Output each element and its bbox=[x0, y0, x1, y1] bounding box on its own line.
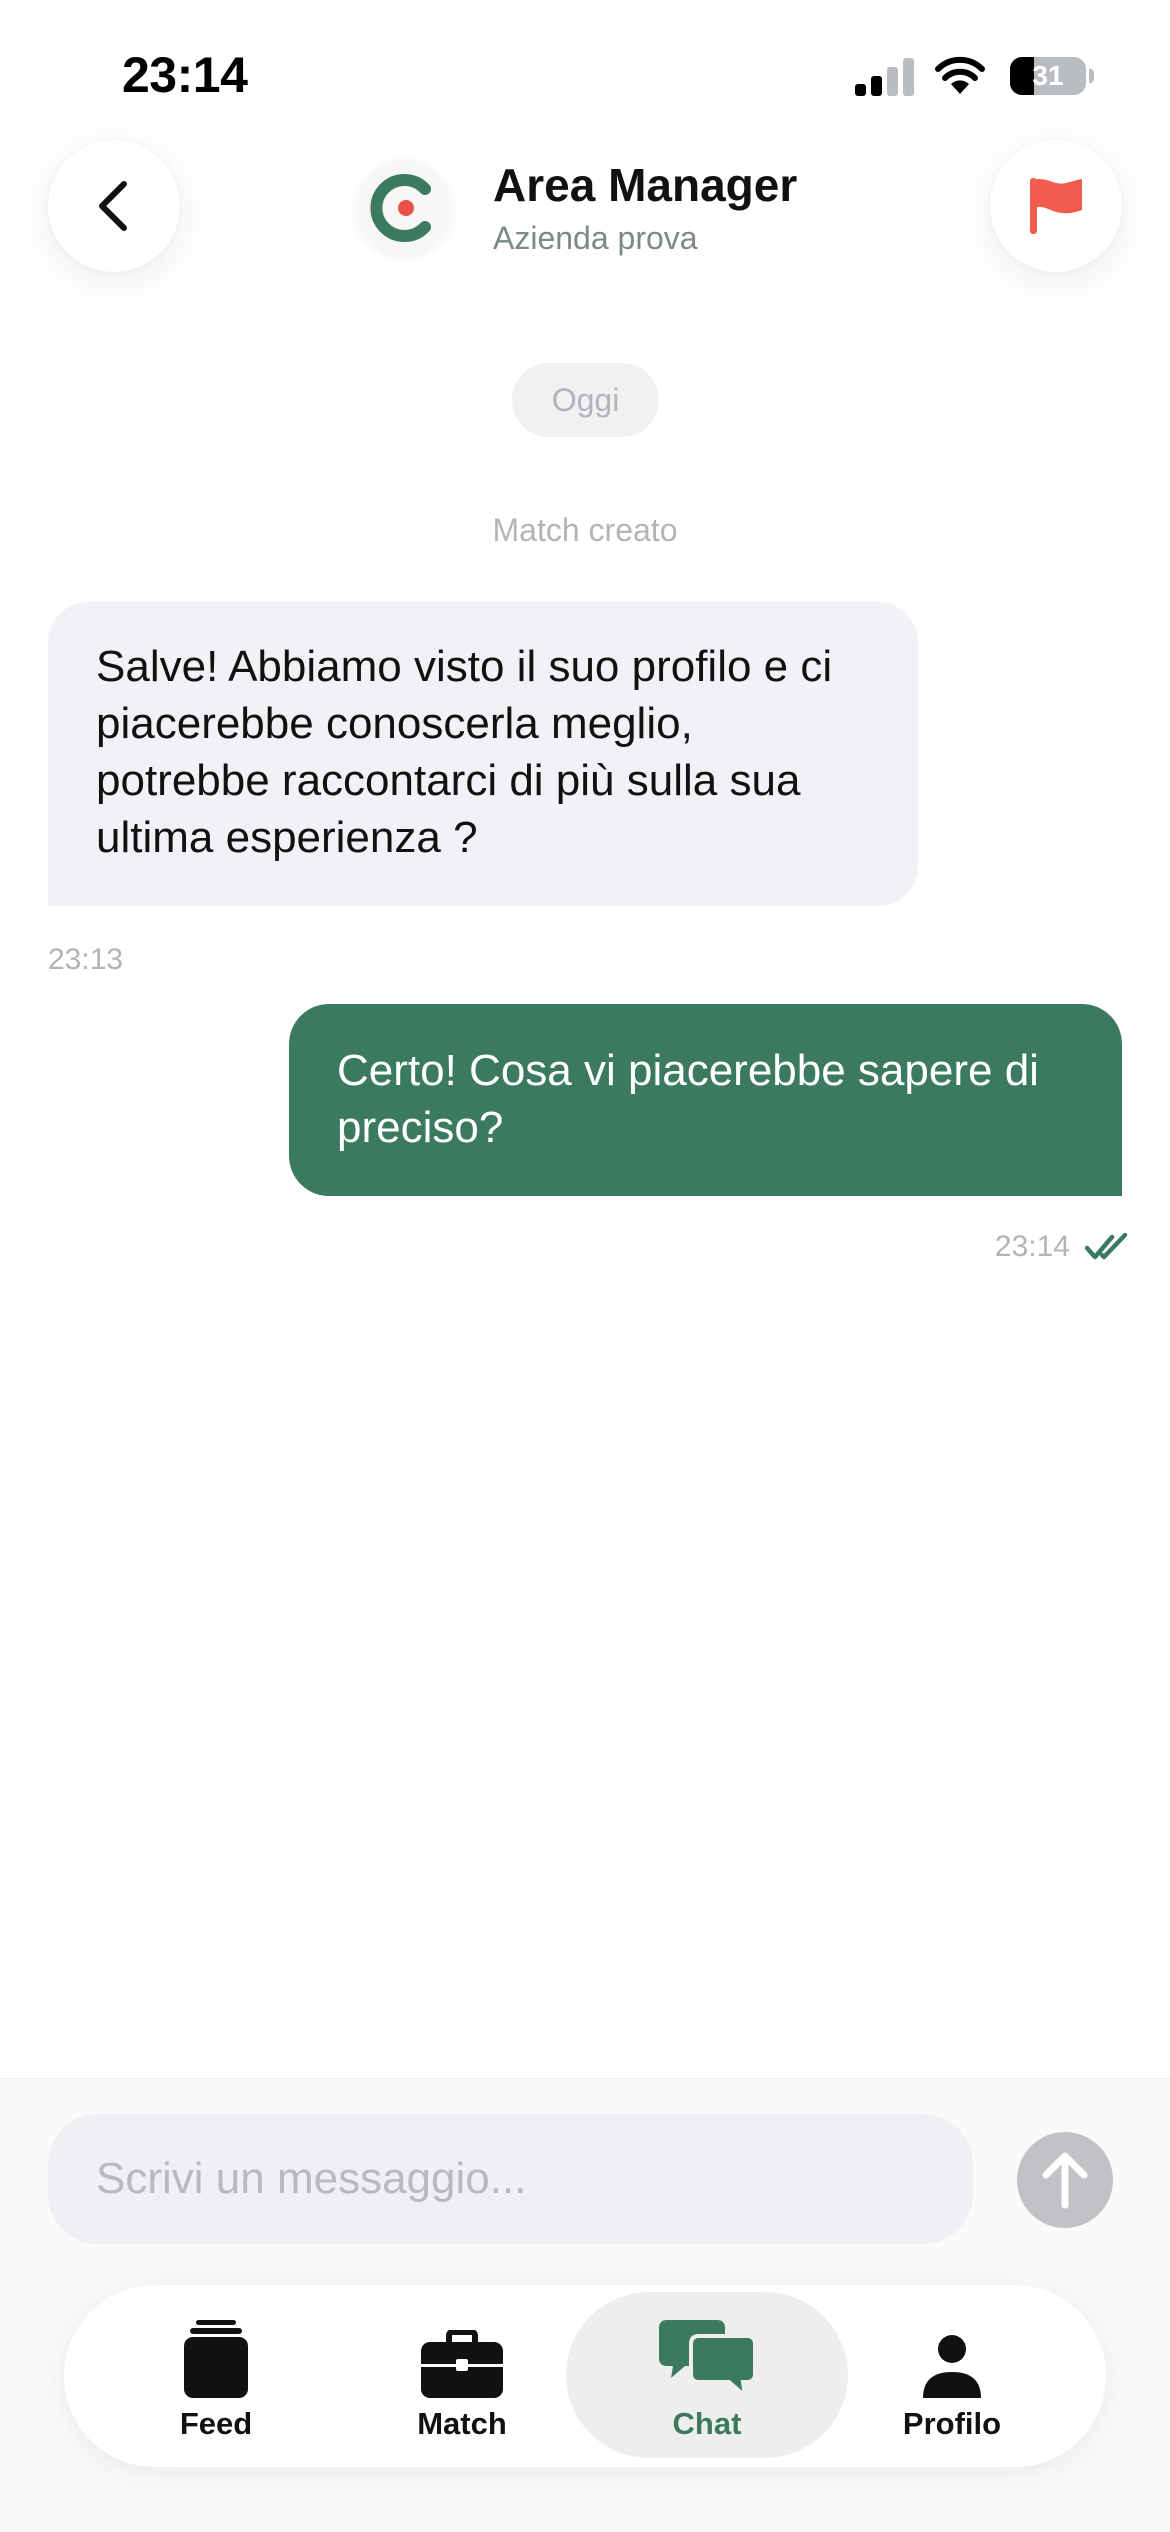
message-input[interactable] bbox=[48, 2114, 973, 2244]
tab-feed[interactable]: Feed bbox=[136, 2292, 296, 2458]
send-button[interactable] bbox=[1017, 2132, 1113, 2228]
tab-label: Profilo bbox=[902, 2406, 1002, 2441]
tab-label: Feed bbox=[179, 2406, 253, 2441]
cards-icon bbox=[184, 2320, 248, 2398]
back-button[interactable] bbox=[48, 140, 180, 272]
cellular-signal-icon bbox=[855, 58, 914, 96]
tab-label: Match bbox=[417, 2406, 507, 2441]
outgoing-message-time: 23:14 bbox=[994, 1230, 1070, 1263]
company-logo-icon bbox=[370, 174, 431, 242]
chat-screen: 23:14 31 Area Manager Azienda prova Oggi… bbox=[0, 0, 1170, 2532]
company-name: Azienda prova bbox=[493, 220, 698, 256]
battery-level: 31 bbox=[1032, 60, 1064, 91]
report-button[interactable] bbox=[990, 140, 1122, 272]
tab-match[interactable]: Match bbox=[382, 2292, 542, 2458]
wifi-icon bbox=[935, 56, 985, 94]
incoming-message-time: 23:13 bbox=[48, 943, 124, 976]
outgoing-message-bubble[interactable]: Certo! Cosa vi piacerebbe sapere di prec… bbox=[289, 1004, 1122, 1196]
status-time: 23:14 bbox=[122, 47, 248, 103]
tab-label: Chat bbox=[672, 2406, 742, 2441]
arrow-up-icon bbox=[1042, 2152, 1088, 2209]
chevron-left-icon bbox=[99, 181, 127, 231]
tab-profilo[interactable]: Profilo bbox=[872, 2292, 1032, 2458]
battery-icon: 31 bbox=[1010, 57, 1086, 95]
page-title: Area Manager bbox=[493, 159, 798, 211]
avatar[interactable] bbox=[356, 160, 452, 256]
date-separator: Oggi bbox=[512, 363, 659, 437]
tab-chat[interactable]: Chat bbox=[566, 2292, 848, 2458]
battery-tip bbox=[1089, 69, 1094, 83]
chat-bubbles-icon bbox=[659, 2320, 755, 2398]
briefcase-icon bbox=[421, 2330, 503, 2398]
double-check-icon bbox=[1085, 1233, 1128, 1260]
system-message: Match creato bbox=[492, 512, 678, 548]
flag-icon bbox=[1030, 178, 1082, 234]
incoming-message-bubble[interactable]: Salve! Abbiamo visto il suo profilo e ci… bbox=[48, 602, 918, 906]
person-icon bbox=[923, 2335, 981, 2398]
